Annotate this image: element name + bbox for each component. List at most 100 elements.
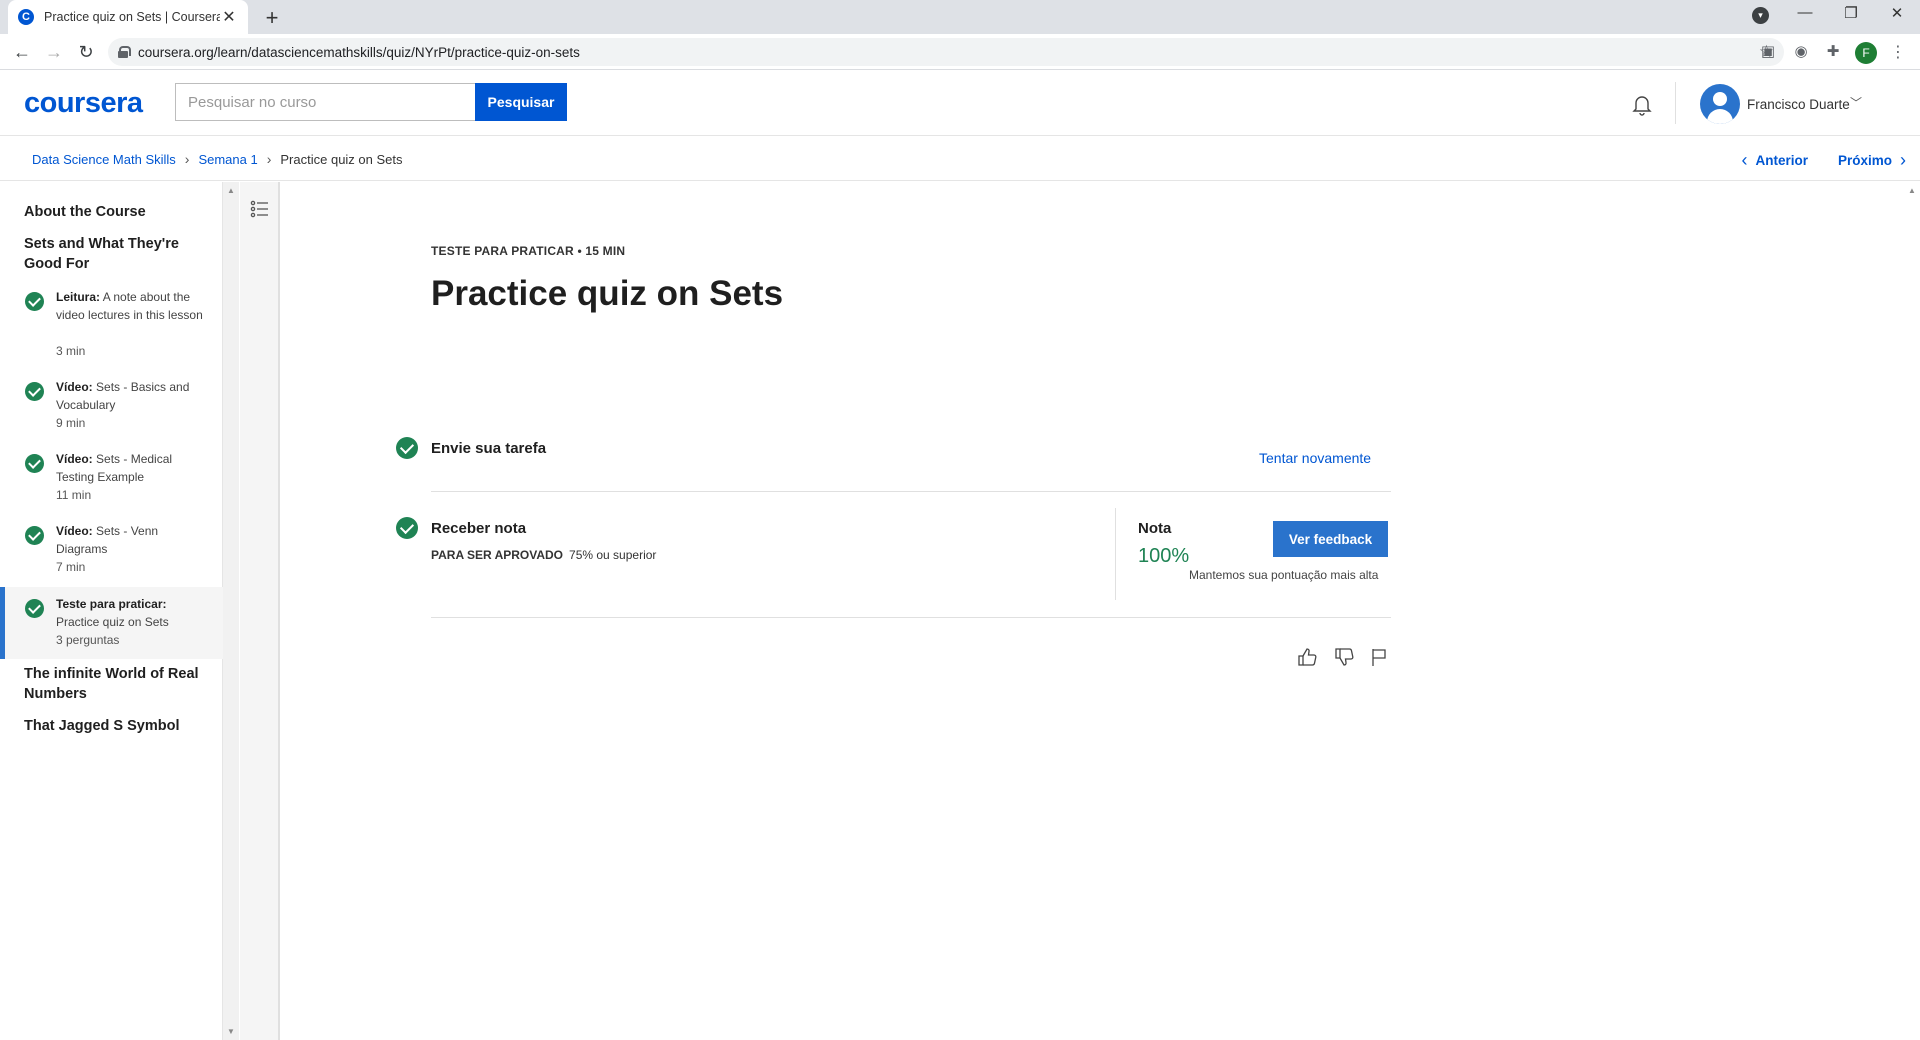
sidebar-scrollbar[interactable]: ▲ ▼ <box>223 182 239 1040</box>
notifications-bell-icon[interactable] <box>1630 92 1654 116</box>
grade-note: Mantemos sua pontuação mais alta <box>1189 568 1379 582</box>
course-search-input[interactable] <box>175 83 475 121</box>
sidebar-item-practice-quiz[interactable]: Teste para praticar: Practice quiz on Se… <box>0 587 223 659</box>
sidebar-item-video-medical[interactable]: Vídeo: Sets - Medical Testing Example 11… <box>0 450 223 514</box>
item-duration: 11 min <box>56 488 92 502</box>
item-duration: 3 min <box>56 344 86 358</box>
pass-requirement: PARA SER APROVADO 75% ou superior <box>431 548 656 562</box>
new-tab-button[interactable]: + <box>260 5 284 31</box>
pass-value: 75% ou superior <box>569 548 657 562</box>
grade-value: 100% <box>1138 545 1190 567</box>
url-text[interactable]: coursera.org/learn/datasciencemathskills… <box>138 45 1759 60</box>
user-name[interactable]: Francisco Duarte <box>1747 97 1850 112</box>
breadcrumb-course-link[interactable]: Data Science Math Skills <box>32 152 176 167</box>
item-type-label: Teste para praticar: <box>56 597 167 611</box>
scroll-up-icon[interactable]: ▲ <box>227 186 235 195</box>
grade-divider <box>1115 508 1116 600</box>
browser-tab-strip: C Practice quiz on Sets | Coursera ✕ + ▾… <box>0 0 1920 34</box>
previous-link[interactable]: Anterior <box>1755 153 1808 168</box>
window-close-icon[interactable]: ✕ <box>1882 4 1912 22</box>
extension-f-icon[interactable]: ▣ <box>1758 42 1778 62</box>
chevron-right-icon[interactable]: › <box>1900 150 1906 171</box>
thumbs-up-icon[interactable] <box>1296 646 1318 668</box>
list-item: Vídeo: Sets - Medical Testing Example <box>56 450 206 486</box>
scroll-up-icon[interactable]: ▲ <box>1908 186 1916 195</box>
chevron-down-icon[interactable]: ﹀ <box>1850 94 1862 111</box>
address-bar[interactable]: coursera.org/learn/datasciencemathskills… <box>108 38 1784 66</box>
outline-list-icon[interactable] <box>250 200 270 218</box>
submit-step-title: Envie sua tarefa <box>431 440 547 457</box>
chevron-right-icon: › <box>266 151 272 167</box>
grade-label: Nota <box>1138 520 1172 537</box>
tab-search-icon[interactable]: ▾ <box>1752 7 1769 24</box>
breadcrumb-bar: Data Science Math Skills › Semana 1 › Pr… <box>0 137 1920 181</box>
toc-rail <box>240 182 280 1040</box>
item-type-label: Vídeo: <box>56 452 93 466</box>
grade-step-title: Receber nota <box>431 520 527 537</box>
completed-check-icon <box>25 526 44 545</box>
item-duration: 9 min <box>56 416 86 430</box>
main-scrollbar[interactable]: ▲ <box>1904 182 1920 1040</box>
course-sidebar: About the Course Sets and What They're G… <box>0 182 223 1040</box>
restore-icon[interactable]: ❐ <box>1836 4 1866 22</box>
breadcrumb-current: Practice quiz on Sets <box>280 151 403 167</box>
item-title: Practice quiz on Sets <box>56 615 169 629</box>
item-question-count: 3 perguntas <box>56 633 120 647</box>
item-type-label: Vídeo: <box>56 524 93 538</box>
minimize-icon[interactable]: — <box>1790 4 1820 21</box>
extensions-puzzle-icon[interactable]: ✚ <box>1823 42 1843 62</box>
browser-menu-icon[interactable]: ⋮ <box>1890 42 1906 62</box>
next-link[interactable]: Próximo <box>1838 153 1892 168</box>
prev-next-nav: ‹ Anterior Próximo › <box>1737 150 1910 171</box>
coursera-logo[interactable]: coursera <box>24 87 143 120</box>
divider <box>431 491 1391 492</box>
back-icon[interactable]: ← <box>10 40 34 64</box>
tab-close-icon[interactable]: ✕ <box>220 7 238 27</box>
extension-robot-icon[interactable]: ◉ <box>1791 42 1811 62</box>
chevron-left-icon[interactable]: ‹ <box>1741 150 1747 171</box>
list-item: Vídeo: Sets - Basics and Vocabulary <box>56 378 206 414</box>
sidebar-section-real-numbers[interactable]: The infinite World of Real Numbers <box>24 664 204 704</box>
search-button[interactable]: Pesquisar <box>475 83 567 121</box>
browser-toolbar: ← → ↻ coursera.org/learn/datasciencemath… <box>0 34 1920 70</box>
completed-check-icon <box>25 382 44 401</box>
sidebar-section-about[interactable]: About the Course <box>24 202 204 222</box>
page-title: Practice quiz on Sets <box>431 274 784 313</box>
pass-label: PARA SER APROVADO <box>431 548 564 562</box>
grade-check-icon <box>396 517 418 539</box>
sidebar-item-video-venn[interactable]: Vídeo: Sets - Venn Diagrams 7 min <box>0 522 223 586</box>
browser-profile-avatar[interactable]: F <box>1855 42 1877 64</box>
item-type-label: Vídeo: <box>56 380 93 394</box>
header-divider <box>1675 82 1676 124</box>
divider <box>431 617 1391 618</box>
scroll-down-icon[interactable]: ▼ <box>227 1027 235 1036</box>
completed-check-icon <box>25 292 44 311</box>
breadcrumb-week-link[interactable]: Semana 1 <box>198 152 257 167</box>
flag-icon[interactable] <box>1368 646 1390 668</box>
completed-check-icon <box>25 599 44 618</box>
completed-check-icon <box>25 454 44 473</box>
sidebar-section-sets[interactable]: Sets and What They're Good For <box>24 234 204 274</box>
list-item: Leitura: A note about the video lectures… <box>56 288 206 324</box>
list-item: Teste para praticar: Practice quiz on Se… <box>56 595 206 631</box>
sidebar-item-video-basics[interactable]: Vídeo: Sets - Basics and Vocabulary 9 mi… <box>0 378 223 442</box>
forward-icon[interactable]: → <box>42 40 66 64</box>
coursera-favicon-icon: C <box>18 9 34 25</box>
browser-tab[interactable]: C Practice quiz on Sets | Coursera ✕ <box>8 0 248 34</box>
try-again-link[interactable]: Tentar novamente <box>1259 450 1371 466</box>
breadcrumb: Data Science Math Skills › Semana 1 › Pr… <box>32 151 403 167</box>
chevron-right-icon: › <box>184 151 190 167</box>
sidebar-item-reading[interactable]: Leitura: A note about the video lectures… <box>0 288 223 370</box>
view-feedback-button[interactable]: Ver feedback <box>1273 521 1388 557</box>
thumbs-down-icon[interactable] <box>1333 646 1355 668</box>
reload-icon[interactable]: ↻ <box>74 40 98 64</box>
sidebar-section-jagged-s[interactable]: That Jagged S Symbol <box>24 716 204 736</box>
tab-title: Practice quiz on Sets | Coursera <box>44 10 220 24</box>
item-type-label: Leitura: <box>56 290 101 304</box>
item-duration: 7 min <box>56 560 86 574</box>
list-item: Vídeo: Sets - Venn Diagrams <box>56 522 206 558</box>
site-header: coursera Pesquisar Francisco Duarte ﹀ <box>0 70 1920 136</box>
item-type-duration: TESTE PARA PRATICAR • 15 MIN <box>431 244 626 258</box>
user-avatar[interactable] <box>1700 84 1740 124</box>
lock-icon[interactable] <box>118 46 131 58</box>
